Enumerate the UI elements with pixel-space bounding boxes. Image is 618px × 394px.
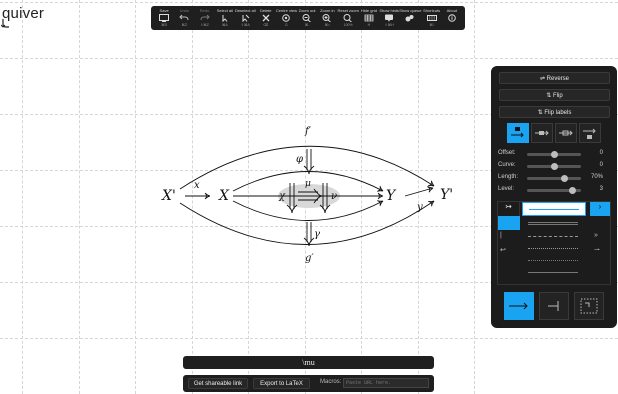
length-label: Length:	[498, 174, 519, 180]
body-dashed-option[interactable]	[528, 236, 578, 237]
body-double-option	[528, 222, 578, 225]
adjunction-icon	[548, 301, 559, 311]
label-input-bar[interactable]: \mu	[183, 356, 434, 369]
label-position-left-button[interactable]	[507, 123, 529, 143]
export-to-latex-button[interactable]: Export to LaTeX	[253, 378, 310, 389]
body-dotted-option[interactable]	[528, 248, 578, 249]
arrow-settings-panel: ⇌ Reverse ⇅ Flip ⇅ Flip labels Offset: C…	[491, 66, 617, 328]
tail-none-option[interactable]: ↣	[498, 202, 520, 216]
length-slider-thumb[interactable]	[561, 175, 569, 182]
label-y[interactable]: y	[417, 203, 423, 213]
label-g-prime[interactable]: g′	[305, 254, 314, 264]
level-label: Level:	[498, 186, 515, 192]
get-shareable-link-button[interactable]: Get shareable link	[188, 378, 248, 389]
label-right-icon	[583, 128, 596, 139]
curve-value: 0	[599, 162, 603, 168]
arrow-gamma[interactable]	[303, 222, 315, 247]
level-slider[interactable]	[527, 187, 581, 194]
label-position-centre-button[interactable]	[531, 123, 553, 143]
label-centre-icon	[535, 130, 549, 136]
curve-slider[interactable]	[527, 163, 581, 170]
flip-button[interactable]: ⇅ Flip	[499, 89, 610, 101]
offset-label: Offset:	[498, 150, 516, 156]
mode-adjunction-button[interactable]	[539, 292, 569, 320]
arrow-mode-icon	[509, 302, 528, 310]
label-x[interactable]: x	[194, 181, 200, 191]
body-solid-option[interactable]	[522, 202, 586, 216]
label-chi[interactable]: χ	[279, 192, 285, 202]
flip-labels-button[interactable]: ⇅ Flip labels	[499, 106, 610, 118]
macros-input[interactable]	[343, 378, 429, 388]
object-x[interactable]: X	[219, 189, 229, 203]
arrow-style-list: ↣ › | ↩ » ⇀	[497, 201, 611, 285]
head-harpoon-option[interactable]: ⇀	[594, 246, 600, 254]
label-nu[interactable]: ν	[331, 192, 337, 202]
head-double-option[interactable]: »	[594, 232, 598, 239]
offset-slider-thumb[interactable]	[550, 151, 558, 158]
offset-value: 0	[599, 150, 603, 156]
label-phi[interactable]: φ	[296, 155, 303, 165]
object-y[interactable]: Y	[386, 189, 395, 203]
label-gamma[interactable]: γ	[314, 230, 320, 240]
body-squiggly-option[interactable]	[528, 260, 578, 261]
curve-label: Curve:	[498, 162, 516, 168]
body-barred-option[interactable]	[528, 272, 578, 273]
mode-corner-button[interactable]	[574, 292, 604, 320]
object-y-prime[interactable]: Y'	[440, 188, 453, 202]
tail-mono-option[interactable]	[498, 216, 520, 230]
length-slider[interactable]	[527, 175, 581, 182]
object-x-prime[interactable]: X'	[162, 189, 176, 203]
export-bar: Get shareable link Export to LaTeX Macro…	[183, 375, 434, 392]
pullback-icon	[580, 298, 598, 314]
tail-hook-curl-option[interactable]: ↩	[500, 246, 506, 254]
label-f-prime[interactable]: f′	[305, 127, 311, 137]
label-position-right-button[interactable]	[579, 123, 601, 143]
macros-label: Macros:	[320, 379, 342, 385]
label-over-icon	[559, 130, 573, 136]
label-mu[interactable]: μ	[305, 180, 311, 189]
offset-slider[interactable]	[527, 151, 581, 158]
label-left-icon	[511, 127, 524, 138]
level-value: 3	[599, 186, 603, 192]
label-position-over-button[interactable]	[555, 123, 577, 143]
level-slider-thumb[interactable]	[569, 187, 577, 194]
mode-arrow-button[interactable]	[504, 292, 534, 320]
arrow-y[interactable]	[404, 186, 434, 197]
reverse-button[interactable]: ⇌ Reverse	[499, 72, 610, 84]
arrow-phi[interactable]	[303, 149, 315, 175]
curve-slider-thumb[interactable]	[550, 163, 558, 170]
tail-hook-option[interactable]: |	[500, 232, 502, 239]
head-arrow-option[interactable]: ›	[590, 202, 610, 216]
length-value: 70%	[590, 174, 603, 180]
